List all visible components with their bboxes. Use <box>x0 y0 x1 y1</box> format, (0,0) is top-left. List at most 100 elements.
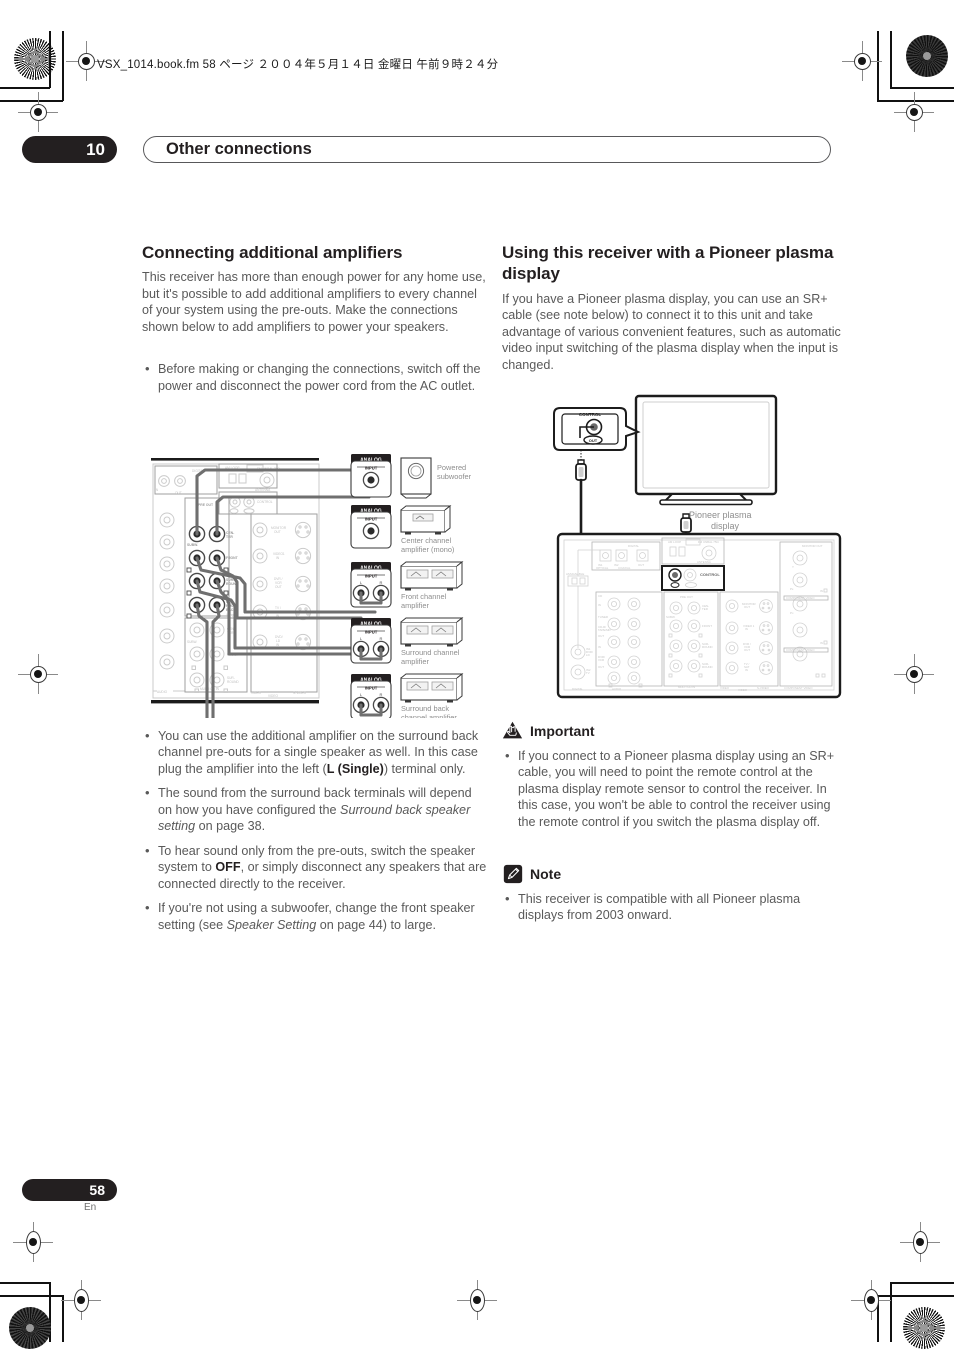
registration-mark-mid-left <box>18 654 58 694</box>
note-bullet-list: This receiver is compatible with all Pio… <box>502 890 847 924</box>
svg-text:VIDEO: VIDEO <box>251 691 261 695</box>
svg-text:IN: IN <box>820 641 823 645</box>
svg-text:OUT: OUT <box>175 491 182 495</box>
list-item: If you're not using a subwoofer, change … <box>142 899 487 933</box>
section-heading-plasma: Using this receiver with a Pioneer plasm… <box>502 243 834 284</box>
svg-text:IN: IN <box>598 645 601 649</box>
svg-text:ANTENNA: ANTENNA <box>697 560 711 564</box>
analog-input-box-3: ANALOG INPUT L R <box>350 562 392 608</box>
crop-rule-tl-v <box>49 31 51 88</box>
page-title: Other connections <box>143 136 831 163</box>
registration-mark-bottom-left <box>61 1280 101 1320</box>
svg-text:INPUT: INPUT <box>365 574 378 579</box>
plasma-tv-illustration <box>634 394 778 506</box>
svg-text:AUDIO: AUDIO <box>612 687 622 691</box>
svg-text:LD: LD <box>586 653 590 657</box>
svg-text:R: R <box>380 692 383 697</box>
analog-input-box-1: ANALOG INPUT <box>350 454 392 498</box>
svg-text:amplifier: amplifier <box>401 601 429 610</box>
device-center-amplifier: Center channel amplifier (mono) <box>400 504 454 554</box>
section-intro-amplifiers: This receiver has more than enough power… <box>142 270 486 334</box>
crop-rule-br-v <box>890 1282 892 1342</box>
svg-text:Surround channel: Surround channel <box>401 648 460 657</box>
svg-text:amplifier (mono): amplifier (mono) <box>401 545 454 554</box>
svg-text:ASSIGNABLE: ASSIGNABLE <box>566 572 584 576</box>
crop-rule-tl-h <box>0 87 50 89</box>
density-target-bottom-right <box>903 1307 945 1349</box>
svg-text:channel amplifier: channel amplifier <box>401 713 457 718</box>
svg-text:INPUT: INPUT <box>365 466 378 471</box>
receiver-rear-panel: DIGITAL IN1 IN2 OUT OPTICAL COAXIAL AM LOO… <box>556 532 842 699</box>
density-target-bottom-left <box>9 1307 51 1349</box>
pencil-icon <box>502 863 523 884</box>
svg-text:SUBW.: SUBW. <box>187 543 198 547</box>
svg-text:OUT: OUT <box>638 563 644 567</box>
page-number-badge: 58 <box>22 1179 117 1201</box>
registration-mark-mid-right <box>894 654 934 694</box>
list-item: If you connect to a Pioneer plasma displ… <box>502 747 847 830</box>
registration-mark-upper-left <box>18 92 58 132</box>
svg-text:OUT: OUT <box>744 605 750 609</box>
svg-text:IN: IN <box>155 488 159 492</box>
svg-text:COMPONENT VIDEO: COMPONENT VIDEO <box>786 648 815 652</box>
section-heading-amplifiers: Connecting additional amplifiers <box>142 243 403 262</box>
registration-mark-top-left <box>66 41 106 81</box>
registration-mark-bottom-right <box>851 1280 891 1320</box>
svg-text:FRONT: FRONT <box>226 556 239 560</box>
svg-text:ANTENNA: ANTENNA <box>255 488 271 492</box>
svg-text:ROUND: ROUND <box>227 680 239 684</box>
svg-text:Surround back: Surround back <box>401 704 449 713</box>
device-powered-subwoofer: Powered subwoofer <box>400 457 472 499</box>
svg-text:IN: IN <box>276 556 280 560</box>
svg-text:IN: IN <box>598 603 601 607</box>
svg-text:R: R <box>380 636 383 641</box>
svg-text:TUNER: TUNER <box>598 615 608 619</box>
svg-text:Front channel: Front channel <box>401 592 447 601</box>
svg-text:MULTI CH IN: MULTI CH IN <box>200 687 220 691</box>
control-out-callout: CONTROL OUT <box>553 407 641 451</box>
analog-input-box-4: ANALOG INPUT L R <box>350 618 392 664</box>
svg-text:SUBW.: SUBW. <box>666 615 676 619</box>
svg-text:OUT: OUT <box>598 665 604 669</box>
svg-text:OUT: OUT <box>589 438 598 443</box>
svg-text:VIDEO: VIDEO <box>738 688 748 692</box>
svg-text:VIDEO: VIDEO <box>720 686 730 690</box>
control-jacks-highlight: CONTROL <box>661 565 725 591</box>
svg-text:CONTROL: CONTROL <box>579 412 601 417</box>
svg-text:S-VIDEO: S-VIDEO <box>293 691 307 695</box>
crop-rule-tr-v <box>890 31 892 88</box>
crop-rule-bl-h <box>0 1282 50 1284</box>
svg-text:OUT: OUT <box>275 585 282 589</box>
svg-text:ROUND: ROUND <box>702 665 713 669</box>
device-surround-amplifier: Surround channel amplifier <box>400 616 464 666</box>
svg-text:Powered: Powered <box>437 463 466 472</box>
svg-text:OUT: OUT <box>744 648 750 652</box>
svg-text:MULTI CH IN: MULTI CH IN <box>678 685 695 689</box>
svg-text:AUDIO: AUDIO <box>157 690 168 694</box>
svg-text:ROUND: ROUND <box>702 645 713 649</box>
svg-text:OUT: OUT <box>598 634 604 638</box>
amplifier-preout-connection-diagram: .pl { fill:none; stroke:#c9c9c9; stroke-… <box>151 454 472 718</box>
svg-text:CD: CD <box>598 594 602 598</box>
svg-text:R: R <box>380 580 383 585</box>
svg-text:VCR: VCR <box>598 658 604 662</box>
right-column: Using this receiver with a Pioneer plasm… <box>502 242 847 378</box>
density-target-top-right <box>906 35 948 77</box>
svg-text:INPUT: INPUT <box>365 686 378 691</box>
svg-text:CONTROL: CONTROL <box>700 572 720 577</box>
svg-text:FM UNBAL 75Ω: FM UNBAL 75Ω <box>698 540 720 544</box>
svg-text:S-VIDEO: S-VIDEO <box>757 686 770 690</box>
plasma-display-connection-diagram: .rl { fill:none; stroke:#d2d2d2; stroke-… <box>553 394 842 699</box>
svg-text:INPUT: INPUT <box>365 630 378 635</box>
note-heading: Note <box>502 863 847 884</box>
list-item: Before making or changing the connection… <box>142 360 487 394</box>
crop-rule-br-h <box>890 1282 954 1284</box>
important-label: Important <box>530 722 595 739</box>
crop-rule-bl-h2 <box>0 1295 63 1297</box>
crop-rule-tl-v2 <box>62 31 64 101</box>
amplifier-bottom-bullet-list: You can use the additional amplifier on … <box>142 727 487 941</box>
svg-text:SUBW.: SUBW. <box>187 640 197 644</box>
svg-text:DIGITAL: DIGITAL <box>628 544 639 548</box>
svg-text:Center channel: Center channel <box>401 536 451 545</box>
list-item: The sound from the surround back termina… <box>142 784 487 834</box>
